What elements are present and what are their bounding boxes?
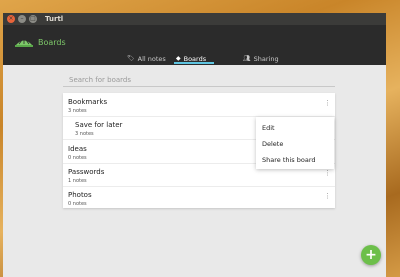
users-icon: 👥︎ bbox=[243, 55, 251, 62]
board-name: Bookmarks bbox=[68, 98, 108, 106]
tab-label: Sharing bbox=[253, 54, 279, 63]
menu-item-delete[interactable]: Delete bbox=[262, 138, 332, 150]
search-input[interactable] bbox=[63, 73, 335, 87]
board-note-count: 0 notes bbox=[68, 155, 87, 161]
tab-all-notes[interactable]: 🏷︎ All notes bbox=[127, 52, 166, 65]
active-tab-indicator bbox=[174, 62, 214, 64]
board-note-count: 3 notes bbox=[75, 131, 94, 137]
turtl-logo-icon[interactable] bbox=[15, 37, 33, 48]
window-close-button[interactable]: × bbox=[7, 15, 15, 23]
menu-item-edit[interactable]: Edit bbox=[262, 122, 332, 134]
window-titlebar: × – □ Turtl bbox=[3, 13, 386, 25]
board-item-photos[interactable]: Photos 0 notes ⋮ bbox=[63, 188, 335, 208]
window-maximize-button[interactable]: □ bbox=[29, 15, 37, 23]
board-name: Passwords bbox=[68, 168, 105, 176]
window-minimize-button[interactable]: – bbox=[18, 15, 26, 23]
board-name: Ideas bbox=[68, 145, 87, 153]
more-options-icon[interactable]: ⋮ bbox=[324, 100, 331, 107]
menu-item-share-board[interactable]: Share this board bbox=[262, 154, 332, 166]
board-note-count: 3 notes bbox=[68, 108, 87, 114]
tag-icon: 🏷︎ bbox=[127, 55, 135, 62]
board-note-count: 1 notes bbox=[68, 178, 87, 184]
more-options-icon[interactable]: ⋮ bbox=[324, 170, 331, 177]
board-note-count: 0 notes bbox=[68, 201, 87, 207]
bookmark-icon: ◆ bbox=[176, 55, 181, 62]
section-title: Boards bbox=[38, 38, 66, 47]
divider bbox=[63, 186, 335, 187]
board-name: Photos bbox=[68, 191, 92, 199]
tab-label: All notes bbox=[137, 54, 166, 63]
more-options-icon[interactable]: ⋮ bbox=[324, 193, 331, 200]
board-item-bookmarks[interactable]: Bookmarks 3 notes ⋮ bbox=[63, 95, 335, 115]
window-title: Turtl bbox=[45, 15, 64, 23]
board-name: Save for later bbox=[75, 121, 123, 129]
app-header: Boards 🏷︎ All notes ◆ Boards 👥︎ Sharing bbox=[3, 25, 386, 65]
board-context-menu: Edit Delete Share this board bbox=[256, 117, 334, 169]
tab-sharing[interactable]: 👥︎ Sharing bbox=[243, 52, 279, 65]
app-window: × – □ Turtl Boards 🏷︎ All notes ◆ Boards… bbox=[3, 13, 386, 277]
add-board-button[interactable]: + bbox=[361, 245, 381, 265]
